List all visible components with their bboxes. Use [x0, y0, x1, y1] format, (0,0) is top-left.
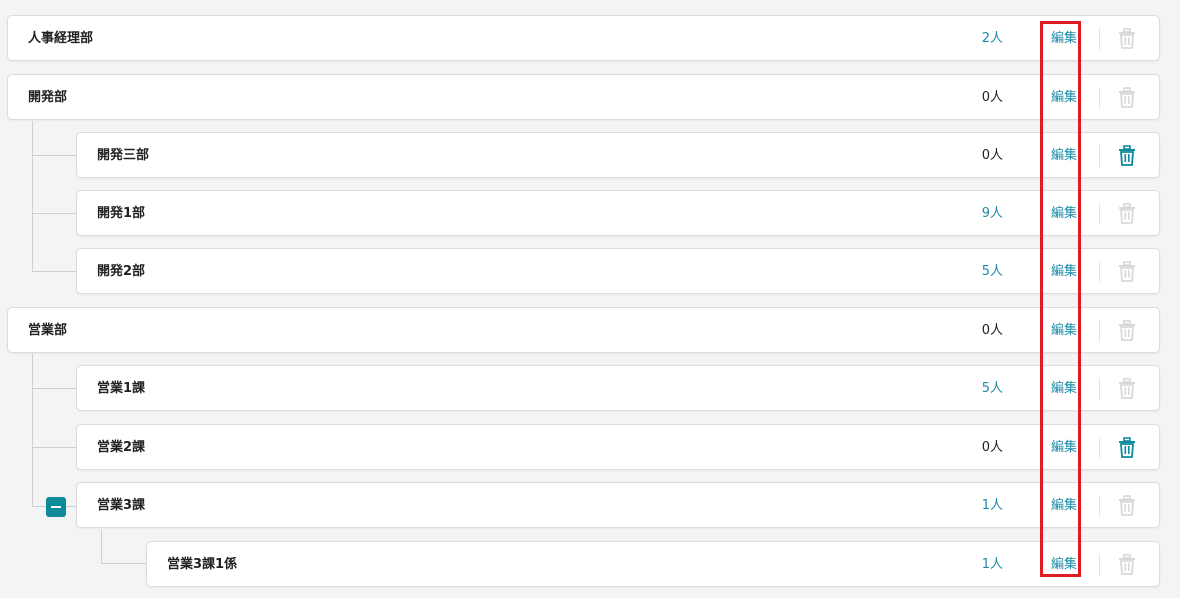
tree-line-dev-branch: [32, 271, 77, 272]
department-row: 開発部 0人 編集: [7, 74, 1160, 120]
member-count[interactable]: 1人: [982, 542, 1003, 588]
trash-icon: [1117, 87, 1137, 109]
member-count: 0人: [981, 90, 1003, 105]
minus-square-icon[interactable]: [46, 497, 66, 517]
department-row: 開発2部 5人 編集: [76, 248, 1160, 294]
divider: [1099, 554, 1100, 576]
trash-icon[interactable]: [1117, 145, 1137, 167]
department-name: 営業2課: [97, 440, 146, 455]
divider: [1099, 87, 1100, 109]
divider: [1099, 145, 1100, 167]
divider: [1099, 203, 1100, 225]
department-row: 開発三部 0人 編集: [76, 132, 1160, 178]
member-count[interactable]: 9人: [982, 191, 1003, 237]
department-row: 人事経理部 2人 編集: [7, 15, 1160, 61]
tree-line-sales-branch: [32, 447, 77, 448]
department-row: 営業2課 0人 編集: [76, 424, 1160, 470]
divider: [1099, 437, 1100, 459]
divider: [1099, 261, 1100, 283]
member-count: 0人: [981, 440, 1003, 455]
trash-icon: [1117, 378, 1137, 400]
trash-icon: [1117, 495, 1137, 517]
trash-icon: [1117, 554, 1137, 576]
department-name: 人事経理部: [28, 31, 94, 46]
tree-line-dev-vertical: [32, 121, 33, 271]
department-name: 開発2部: [97, 264, 146, 279]
trash-icon: [1117, 261, 1137, 283]
tree-line-sales-branch: [32, 388, 77, 389]
trash-icon[interactable]: [1117, 437, 1137, 459]
tree-line-dev-branch: [32, 155, 77, 156]
tree-line-sales-vertical: [32, 354, 33, 506]
tree-line-sales3-vertical: [101, 530, 102, 564]
tree-line-dev-branch: [32, 213, 77, 214]
department-name: 開発三部: [97, 148, 150, 163]
department-row: 営業部 0人 編集: [7, 307, 1160, 353]
divider: [1099, 320, 1100, 342]
trash-icon: [1117, 203, 1137, 225]
tree-line-sales3-branch: [101, 563, 147, 564]
department-name: 営業3課: [97, 498, 146, 513]
member-count[interactable]: 5人: [982, 366, 1003, 412]
department-row: 開発1部 9人 編集: [76, 190, 1160, 236]
member-count: 0人: [981, 148, 1003, 163]
trash-icon: [1117, 28, 1137, 50]
member-count[interactable]: 5人: [982, 249, 1003, 295]
department-row: 営業3課 1人 編集: [76, 482, 1160, 528]
trash-icon: [1117, 320, 1137, 342]
divider: [1099, 495, 1100, 517]
member-count[interactable]: 1人: [982, 483, 1003, 529]
member-count: 0人: [981, 323, 1003, 338]
department-row: 営業1課 5人 編集: [76, 365, 1160, 411]
department-name: 営業3課1係: [167, 557, 238, 572]
member-count[interactable]: 2人: [982, 16, 1003, 62]
edit-column-highlight: [1040, 21, 1081, 577]
divider: [1099, 378, 1100, 400]
department-name: 営業1課: [97, 381, 146, 396]
department-name: 開発部: [28, 90, 68, 105]
department-name: 営業部: [28, 323, 68, 338]
department-row: 営業3課1係 1人 編集: [146, 541, 1160, 587]
divider: [1099, 28, 1100, 50]
department-name: 開発1部: [97, 206, 146, 221]
